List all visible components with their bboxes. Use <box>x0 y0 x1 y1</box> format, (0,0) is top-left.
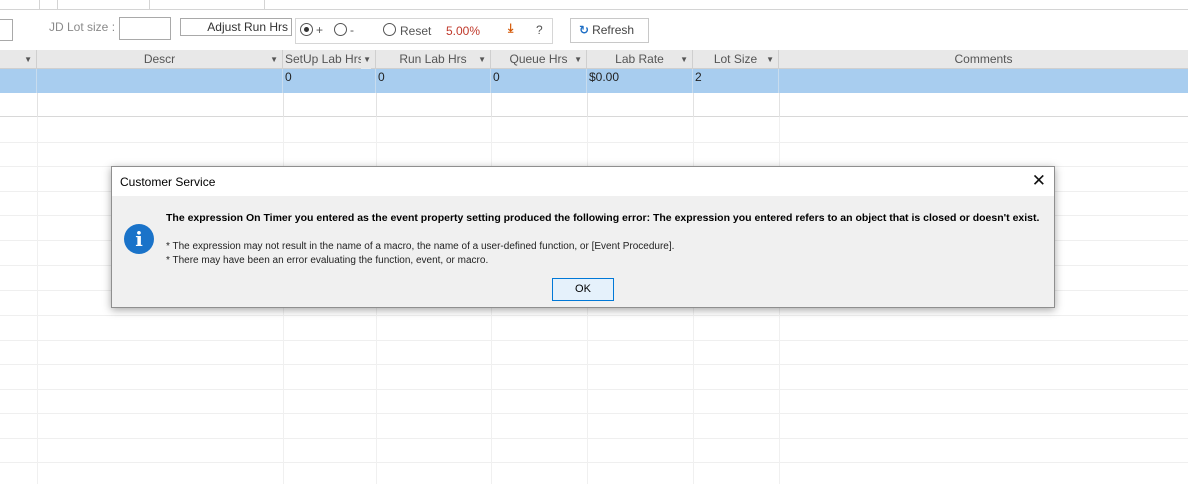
column-header-queue-hrs[interactable]: Queue Hrs ▼ <box>491 50 587 69</box>
table-row[interactable]: 0 0 0 $0.00 2 <box>0 69 1188 93</box>
cell-key[interactable] <box>0 93 38 117</box>
adjust-run-hrs-button[interactable]: Adjust Run Hrs <box>180 18 292 36</box>
refresh-icon: ↻ <box>579 23 590 37</box>
grid-line <box>0 364 1188 365</box>
minus-radio[interactable] <box>334 23 347 36</box>
grid-line <box>0 389 1188 390</box>
tab[interactable] <box>0 0 40 10</box>
minus-label: - <box>350 23 354 37</box>
chevron-down-icon[interactable]: ▼ <box>270 50 278 69</box>
chevron-down-icon[interactable]: ▼ <box>361 50 371 69</box>
grid-line <box>0 413 1188 414</box>
dialog-titlebar[interactable]: Customer Service ✕ <box>112 167 1054 196</box>
ok-button[interactable]: OK <box>552 278 614 301</box>
left-field[interactable] <box>0 19 13 41</box>
adjust-percent-value[interactable]: 5.00% <box>446 24 480 38</box>
error-dialog: Customer Service ✕ i The expression On T… <box>111 166 1055 308</box>
cell-descr[interactable] <box>37 69 283 93</box>
column-header-lot-size[interactable]: Lot Size ▼ <box>693 50 779 69</box>
grid-line <box>37 117 38 484</box>
tab[interactable] <box>58 0 150 10</box>
download-icon[interactable]: ⤓ <box>508 21 513 36</box>
column-header-comments[interactable]: Comments <box>779 50 1188 69</box>
close-icon[interactable]: ✕ <box>1032 171 1046 191</box>
grid-header: ▼ Descr ▼ SetUp Lab Hrs ▼ Run Lab Hrs ▼ Que… <box>0 50 1188 69</box>
jd-lot-size-label: JD Lot size : <box>49 20 116 34</box>
dialog-message-bullet: * The expression may not result in the n… <box>166 241 675 252</box>
cell-run-lab-hrs[interactable] <box>377 93 492 117</box>
cell-setup-lab-hrs[interactable]: 0 <box>283 69 376 93</box>
cell-lab-rate[interactable] <box>588 93 694 117</box>
tab[interactable] <box>40 0 58 10</box>
grid-line <box>0 315 1188 316</box>
reset-radio[interactable] <box>383 23 396 36</box>
dialog-title: Customer Service <box>120 175 216 189</box>
table-row[interactable] <box>0 93 1188 117</box>
info-icon: i <box>124 224 154 254</box>
tab[interactable] <box>150 0 265 10</box>
app-window: JD Lot size : Adjust Run Hrs + - Reset 5… <box>0 0 1188 484</box>
cell-descr[interactable] <box>38 93 284 117</box>
column-header-lab-rate[interactable]: Lab Rate ▼ <box>587 50 693 69</box>
toolbar: JD Lot size : Adjust Run Hrs + - Reset 5… <box>0 10 1188 51</box>
grid-line <box>0 340 1188 341</box>
chevron-down-icon[interactable]: ▼ <box>24 50 32 69</box>
plus-label: + <box>316 23 324 37</box>
grid-line <box>0 142 1188 143</box>
jd-lot-size-input[interactable] <box>119 17 171 40</box>
refresh-label: Refresh <box>592 23 635 37</box>
cell-lab-rate[interactable]: $0.00 <box>587 69 693 93</box>
cell-run-lab-hrs[interactable]: 0 <box>376 69 491 93</box>
tab-strip <box>0 0 1188 10</box>
help-button[interactable]: ? <box>536 23 543 37</box>
cell-queue-hrs[interactable] <box>492 93 588 117</box>
cell-lot-size[interactable] <box>694 93 780 117</box>
chevron-down-icon[interactable]: ▼ <box>766 50 774 69</box>
chevron-down-icon[interactable]: ▼ <box>574 50 582 69</box>
cell-comments[interactable] <box>779 69 1188 93</box>
cell-queue-hrs[interactable]: 0 <box>491 69 587 93</box>
grid-line <box>0 462 1188 463</box>
column-header-key[interactable]: ▼ <box>0 50 37 69</box>
refresh-button[interactable]: ↻ Refresh <box>570 18 649 43</box>
column-header-setup-lab-hrs[interactable]: SetUp Lab Hrs ▼ <box>283 50 376 69</box>
dialog-message: The expression On Timer you entered as t… <box>166 212 1040 224</box>
cell-lot-size[interactable]: 2 <box>693 69 779 93</box>
column-header-descr[interactable]: Descr ▼ <box>37 50 283 69</box>
column-header-run-lab-hrs[interactable]: Run Lab Hrs ▼ <box>376 50 491 69</box>
chevron-down-icon[interactable]: ▼ <box>478 50 486 69</box>
chevron-down-icon[interactable]: ▼ <box>680 50 688 69</box>
dialog-message-bullet: * There may have been an error evaluatin… <box>166 255 489 266</box>
cell-setup-lab-hrs[interactable] <box>284 93 377 117</box>
grid-line <box>0 438 1188 439</box>
plus-radio[interactable] <box>300 23 313 36</box>
reset-label: Reset <box>400 24 432 38</box>
cell-key[interactable] <box>0 69 37 93</box>
